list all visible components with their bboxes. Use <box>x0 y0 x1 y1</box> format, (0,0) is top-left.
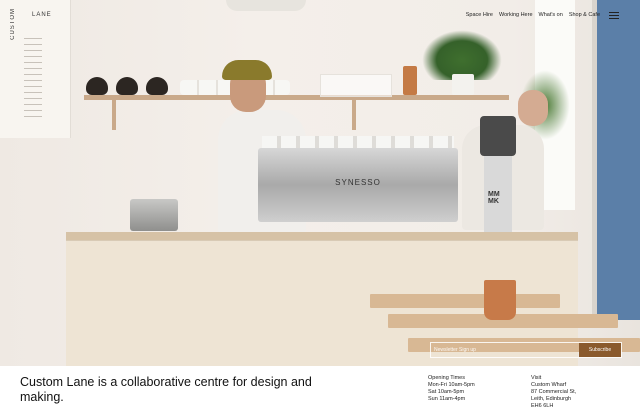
glass-jars <box>320 74 392 97</box>
address-line: Leith, Edinburgh <box>531 396 572 402</box>
address-line: EH6 6LH <box>531 403 554 409</box>
window-panel <box>597 0 640 320</box>
visit-heading: Visit <box>531 375 542 381</box>
table-plant <box>484 280 516 320</box>
hero-photo: CUSTOM LANE SYNESSO MM MK Subscribe <box>0 0 640 366</box>
newsletter-email-input[interactable] <box>434 343 564 357</box>
visit-address: Visit Custom Wharf 87 Commercial St, Lei… <box>531 375 576 410</box>
poster-logo-horizontal: LANE <box>32 12 52 18</box>
plant-pot <box>452 74 474 95</box>
pendant-lamp <box>226 0 306 11</box>
nav-item-space-hire[interactable]: Space Hire <box>466 12 493 18</box>
address-line: 87 Commercial St, <box>531 389 577 395</box>
opening-times: Opening Times Mon-Fri 10am-5pm Sat 10am-… <box>428 375 475 403</box>
nav-item-shop-cafe[interactable]: Shop & Cafe <box>569 12 600 18</box>
barista-right-head <box>518 90 548 126</box>
teapot <box>86 77 108 95</box>
copper-jug <box>403 66 417 95</box>
poster-text-lines <box>24 38 42 122</box>
newsletter-form: Subscribe <box>430 342 622 358</box>
subscribe-button[interactable]: Subscribe <box>579 343 621 357</box>
opening-times-heading: Opening Times <box>428 375 465 381</box>
wall-poster: CUSTOM LANE <box>0 0 71 138</box>
poster-logo-vertical: CUSTOM <box>10 8 16 40</box>
opening-times-line: Sun 11am-4pm <box>428 396 466 402</box>
toaster <box>130 199 178 231</box>
coffee-grinder: MM MK <box>478 116 518 238</box>
teapot <box>116 77 138 95</box>
opening-times-line: Sat 10am-5pm <box>428 389 465 395</box>
cafe-table <box>370 294 560 308</box>
wall-shelf <box>84 95 509 100</box>
hamburger-menu-icon[interactable] <box>609 12 619 19</box>
address-line: Custom Wharf <box>531 382 567 388</box>
nav-item-whats-on[interactable]: What's on <box>539 12 563 18</box>
hanging-plant <box>422 30 502 80</box>
teapot <box>146 77 168 95</box>
grinder-hopper <box>480 116 516 156</box>
top-nav: Space Hire Working Here What's on Shop &… <box>466 12 600 18</box>
shelf-bracket <box>112 100 116 130</box>
barista-left-cap <box>222 60 272 80</box>
opening-times-line: Mon-Fri 10am-5pm <box>428 382 475 388</box>
grinder-label: MM MK <box>488 191 500 205</box>
nav-item-working-here[interactable]: Working Here <box>499 12 533 18</box>
machine-brand: SYNESSO <box>335 178 381 187</box>
counter-top <box>66 232 578 240</box>
footer-tagline: Custom Lane is a collaborative centre fo… <box>20 375 312 404</box>
shelf-bracket <box>352 100 356 130</box>
